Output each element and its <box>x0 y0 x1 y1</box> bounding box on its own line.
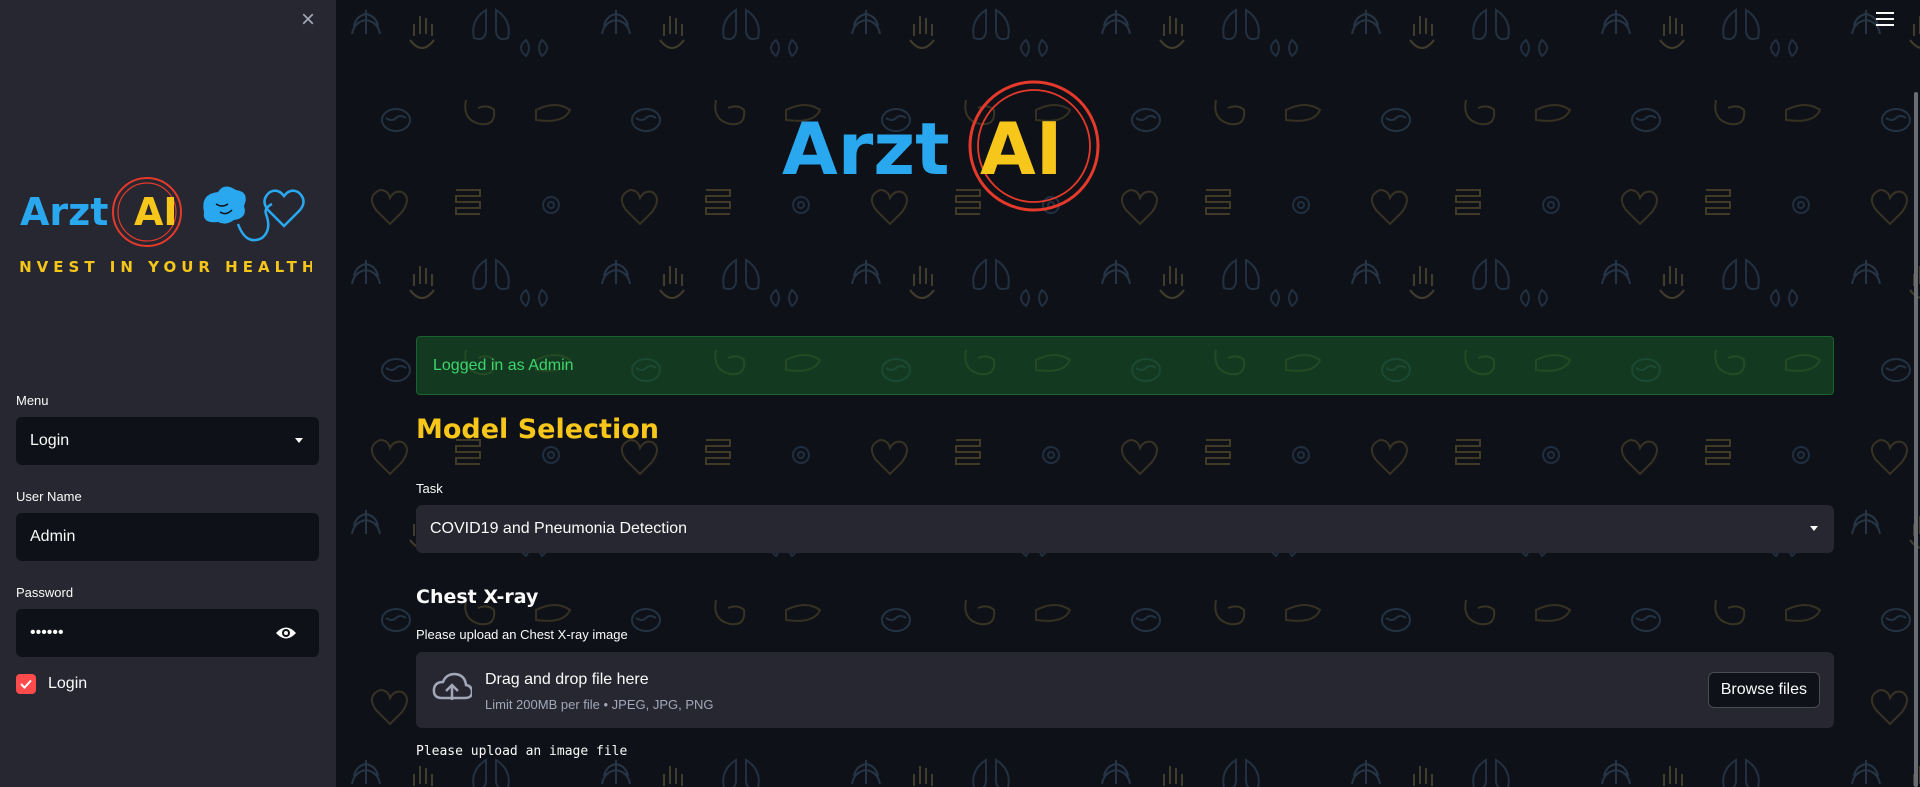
main-content: Arzt AI Logged in as Admin Model Selecti… <box>336 0 1920 787</box>
chevron-down-icon <box>295 438 303 443</box>
username-value: Admin <box>30 528 76 545</box>
chevron-down-icon <box>1810 526 1818 531</box>
menu-select-value: Login <box>30 432 70 449</box>
sidebar-logo-tagline: INVEST IN YOUR HEALTH <box>16 258 312 276</box>
username-label: User Name <box>16 489 82 504</box>
dropzone-title: Drag and drop file here <box>485 671 649 688</box>
cloud-upload-icon <box>432 672 472 700</box>
hamburger-menu-icon[interactable] <box>1876 12 1894 26</box>
menu-select[interactable]: Login <box>16 417 319 465</box>
login-success-text: Logged in as Admin <box>433 356 574 374</box>
upload-message: Please upload an image file <box>416 744 628 759</box>
task-select-value: COVID19 and Pneumonia Detection <box>430 520 688 537</box>
dropzone-limit-text: Limit 200MB per file • JPEG, JPG, PNG <box>485 697 714 712</box>
login-success-alert: Logged in as Admin <box>416 336 1834 395</box>
hero-logo-word1: Arzt <box>782 107 950 191</box>
sidebar: × Arzt AI INVEST IN YOUR HEALTH Menu Log… <box>0 0 336 787</box>
sidebar-logo-word1: Arzt <box>20 190 108 234</box>
browse-files-button[interactable]: Browse files <box>1707 672 1820 708</box>
hero-logo: Arzt AI <box>782 80 1100 212</box>
task-label: Task <box>416 481 443 496</box>
sidebar-logo-word2: AI <box>134 190 178 234</box>
sidebar-logo: Arzt AI INVEST IN YOUR HEALTH <box>16 177 312 276</box>
show-password-eye-icon[interactable] <box>275 625 297 641</box>
model-selection-heading: Model Selection <box>416 414 659 445</box>
password-label: Password <box>16 585 74 600</box>
chest-xray-heading: Chest X-ray <box>416 586 539 608</box>
username-input[interactable]: Admin <box>16 513 319 561</box>
close-sidebar-icon[interactable]: × <box>298 8 318 32</box>
file-dropzone[interactable]: Drag and drop file here Limit 200MB per … <box>416 652 1834 728</box>
login-checkbox-label: Login <box>48 675 88 692</box>
hero-logo-word2: AI <box>980 107 1063 191</box>
menu-label: Menu <box>16 393 49 408</box>
checkbox-checked-icon[interactable] <box>16 674 36 694</box>
task-select[interactable]: COVID19 and Pneumonia Detection <box>416 505 1834 553</box>
upload-label: Please upload an Chest X-ray image <box>416 627 628 642</box>
login-checkbox[interactable]: Login <box>16 674 87 694</box>
heart-icon <box>263 189 305 228</box>
password-value: •••••• <box>30 624 64 641</box>
scrollbar[interactable] <box>1914 92 1918 787</box>
password-input[interactable]: •••••• <box>16 609 319 657</box>
brain-icon <box>203 186 246 224</box>
